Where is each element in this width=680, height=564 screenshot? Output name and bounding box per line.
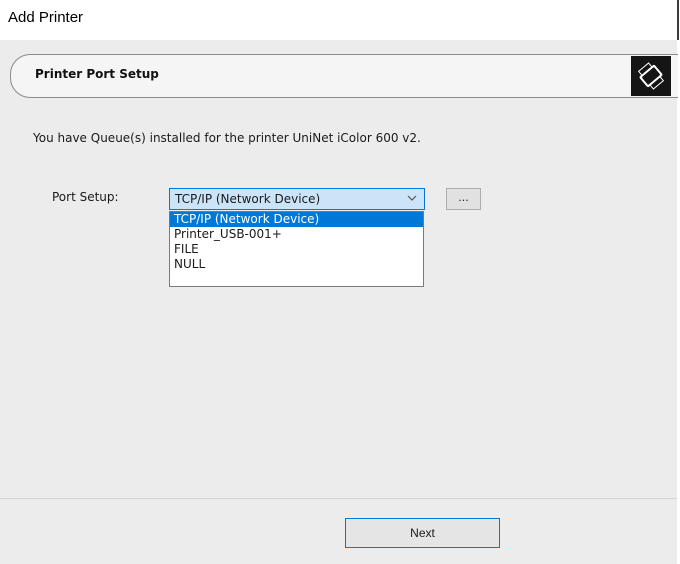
title-bar: Add Printer bbox=[0, 0, 677, 40]
port-setup-label: Port Setup: bbox=[52, 190, 119, 204]
port-option[interactable]: FILE bbox=[170, 242, 423, 257]
next-button[interactable]: Next bbox=[345, 518, 500, 548]
port-option[interactable]: Printer_USB-001+ bbox=[170, 227, 423, 242]
section-header: Printer Port Setup bbox=[10, 54, 678, 98]
port-option[interactable]: NULL bbox=[170, 257, 423, 272]
queue-info-text: You have Queue(s) installed for the prin… bbox=[33, 131, 421, 145]
chevron-down-icon bbox=[407, 191, 417, 208]
window-title: Add Printer bbox=[8, 9, 84, 26]
window-edge bbox=[677, 0, 679, 40]
printer-icon bbox=[631, 56, 671, 96]
port-option[interactable]: TCP/IP (Network Device) bbox=[170, 212, 423, 227]
footer-divider bbox=[0, 498, 677, 499]
port-options-list: TCP/IP (Network Device) Printer_USB-001+… bbox=[169, 211, 424, 287]
port-setup-select[interactable]: TCP/IP (Network Device) bbox=[169, 188, 425, 210]
dialog-body: Printer Port Setup You have Queue(s) ins… bbox=[0, 40, 678, 564]
port-settings-button[interactable]: ... bbox=[446, 188, 481, 210]
section-title: Printer Port Setup bbox=[35, 67, 159, 81]
port-setup-value: TCP/IP (Network Device) bbox=[175, 192, 321, 206]
